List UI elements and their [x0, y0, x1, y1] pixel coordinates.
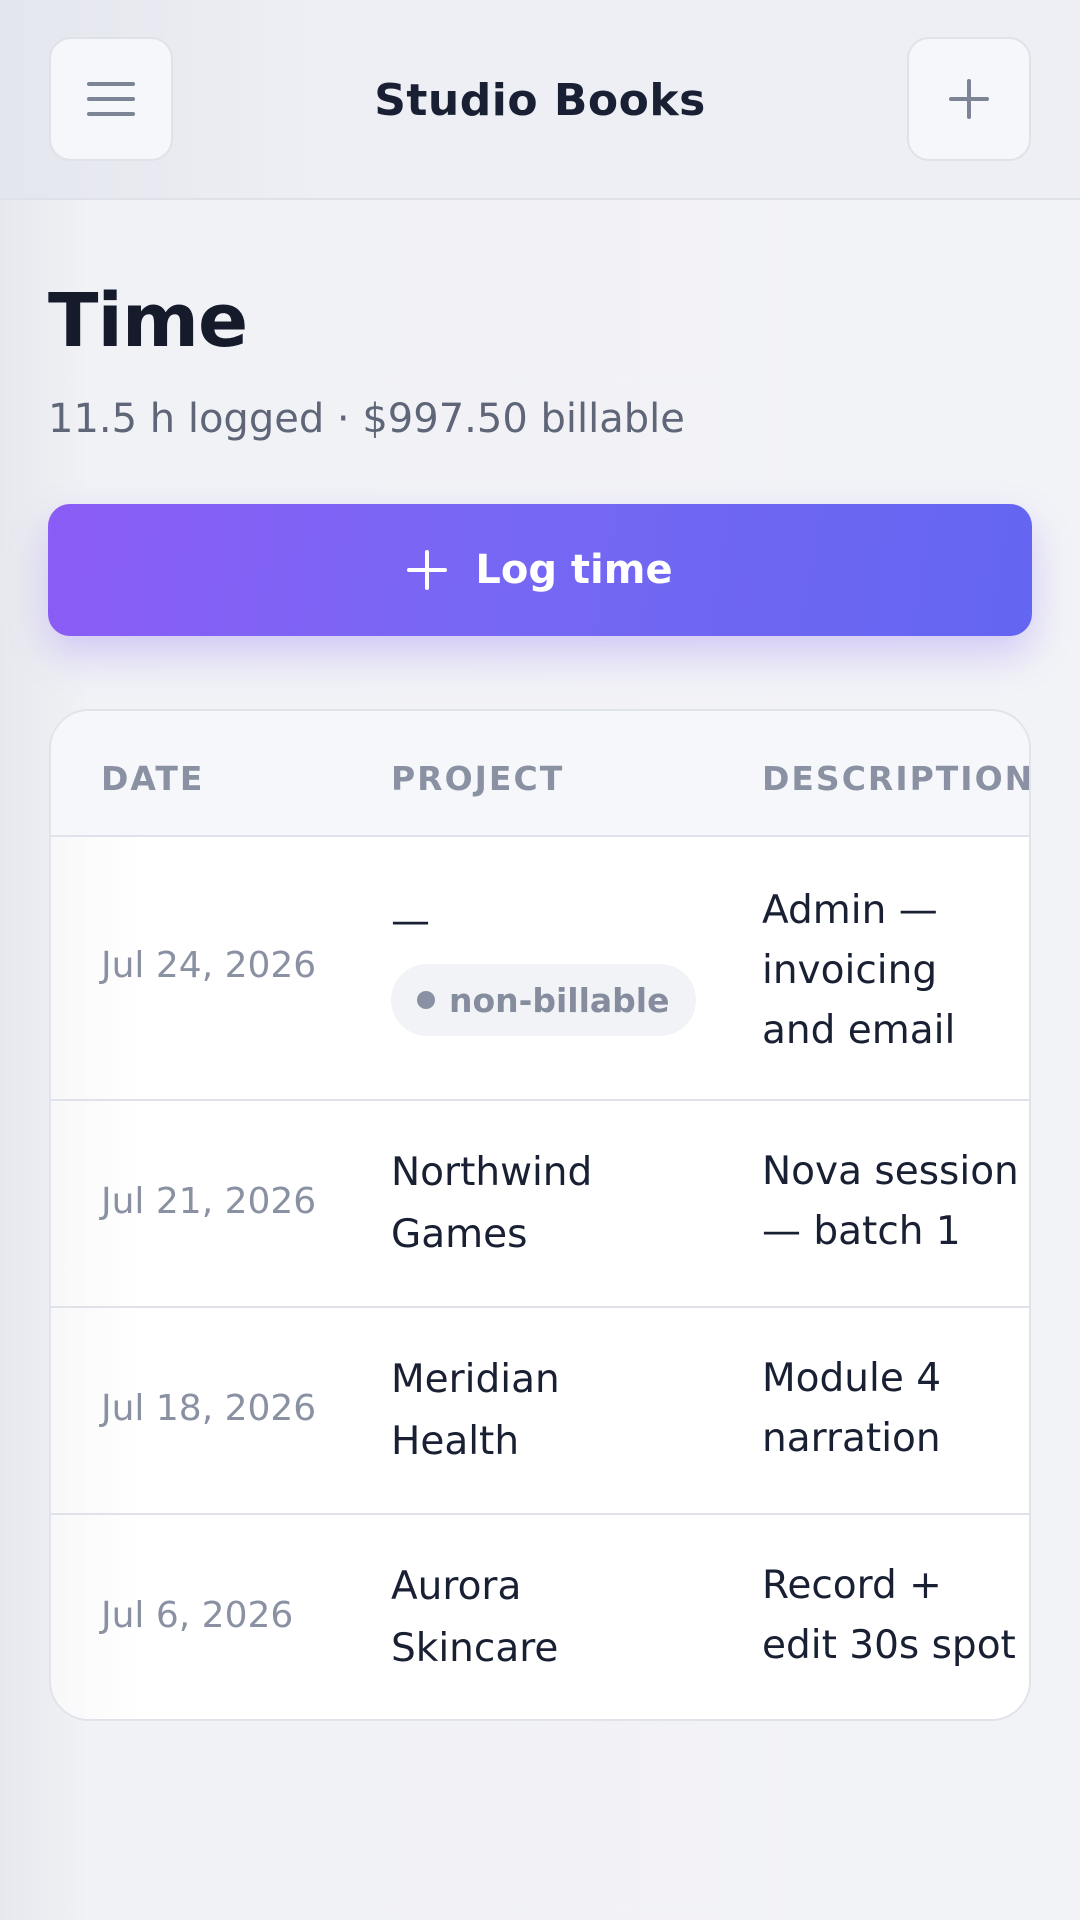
table-row[interactable]: Jul 6, 2026 Aurora Skincare Record + edi…	[51, 1515, 1029, 1719]
table-row[interactable]: Jul 21, 2026 Northwind Games Nova sessio…	[51, 1101, 1029, 1308]
time-entries-table: DATE PROJECT DESCRIPTION Jul 24, 2026 — …	[49, 709, 1031, 1721]
page-title: Time	[48, 278, 248, 364]
entry-description: Nova session — batch 1	[762, 1149, 1019, 1254]
entry-date: Jul 21, 2026	[101, 1181, 317, 1222]
time-page: Studio Books Time 11.5 h logged · $997.5…	[0, 0, 1080, 1920]
entry-date: Jul 18, 2026	[101, 1388, 317, 1429]
entry-description: Admin — invoicing and email	[762, 888, 956, 1053]
top-app-bar: Studio Books	[0, 0, 1080, 200]
entry-date: Jul 24, 2026	[101, 945, 317, 986]
badge-label: non-billable	[449, 980, 670, 1020]
entry-description: Record + edit 30s spot	[762, 1563, 1016, 1668]
column-header-project[interactable]: PROJECT	[391, 759, 564, 798]
entry-date: Jul 6, 2026	[101, 1595, 294, 1636]
table-row[interactable]: Jul 24, 2026 — non-billable Admin — invo…	[51, 837, 1029, 1101]
entry-project: Aurora Skincare	[391, 1564, 559, 1671]
plus-icon	[407, 550, 448, 590]
time-summary: 11.5 h logged · $997.50 billable	[48, 396, 685, 442]
column-header-date[interactable]: DATE	[101, 759, 204, 798]
table-header: DATE PROJECT DESCRIPTION	[51, 711, 1029, 837]
log-time-label: Log time	[475, 547, 673, 593]
column-header-description[interactable]: DESCRIPTION	[762, 759, 1029, 798]
entry-project: —	[391, 899, 430, 944]
non-billable-badge: non-billable	[391, 964, 696, 1036]
plus-icon	[949, 79, 989, 119]
add-button[interactable]	[907, 37, 1031, 161]
entry-description: Module 4 narration	[762, 1356, 942, 1461]
entry-project: Northwind Games	[391, 1150, 593, 1257]
log-time-button[interactable]: Log time	[48, 504, 1032, 636]
status-dot-icon	[417, 991, 435, 1009]
entry-project: Meridian Health	[391, 1357, 560, 1464]
table-row[interactable]: Jul 18, 2026 Meridian Health Module 4 na…	[51, 1308, 1029, 1515]
